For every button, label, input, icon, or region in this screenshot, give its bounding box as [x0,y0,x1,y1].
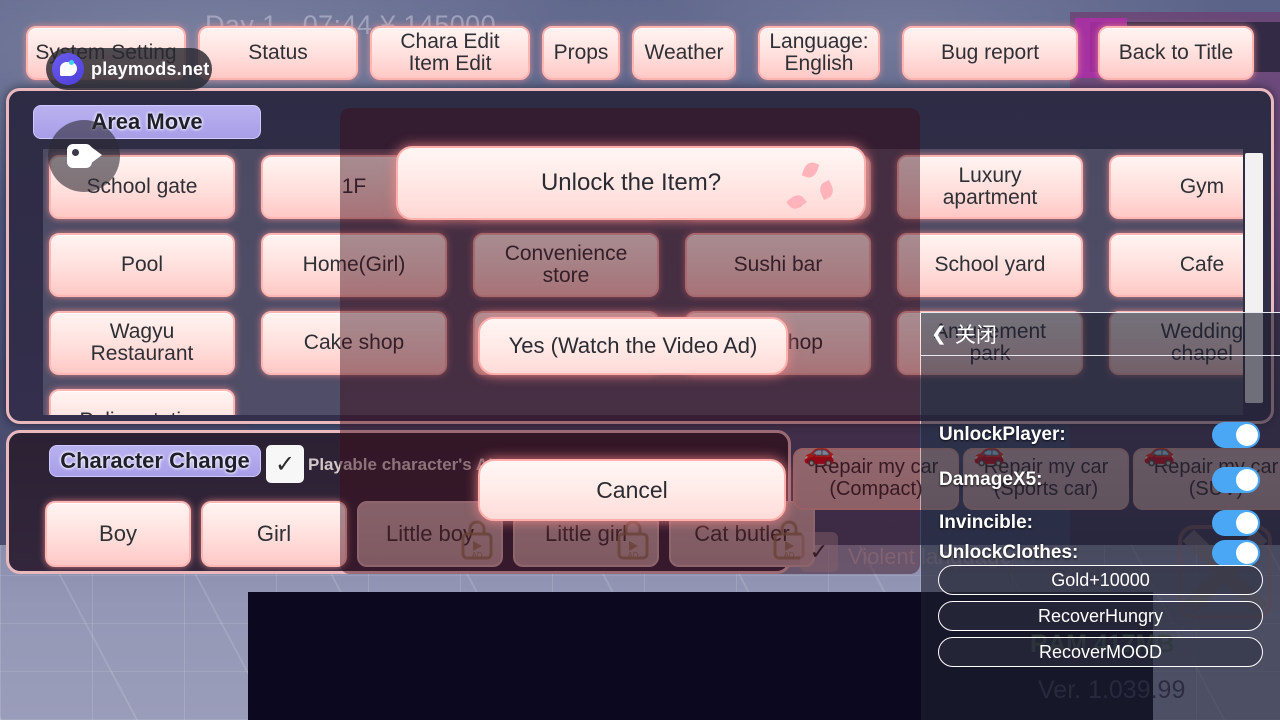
unlock-dialog-title-text: Unlock the Item? [540,169,722,196]
toolbar-button-status[interactable]: Status [198,26,358,80]
character-button-label: Girl [256,521,292,547]
cheat-action-button[interactable]: Gold+10000 [938,565,1263,595]
character-button[interactable]: Girl [201,501,347,567]
toolbar-button-weather[interactable]: Weather [632,26,736,80]
unlock-dialog-yes-button[interactable]: Yes (Watch the Video Ad) [478,317,788,375]
area-move-button[interactable]: Gym [1109,155,1243,219]
cheat-toggle-label: DamageX5: [939,469,1043,490]
cheat-toggle-row: DamageX5: [921,467,1280,493]
cheat-toggle-label: UnlockPlayer: [939,424,1066,445]
cheat-toggle-label: Invincible: [939,512,1033,533]
cheat-menu-panel: ❮ 关闭 UnlockPlayer: DamageX5: Invincible: Un… [921,312,1280,720]
playmods-logo-icon [52,53,84,85]
playmods-watermark-text: playmods.net [91,58,210,79]
playable-character-ai-checkbox[interactable]: ✓ [266,445,304,483]
area-move-button[interactable]: Luxury apartment [897,155,1083,219]
area-move-button[interactable]: Cafe [1109,233,1243,297]
unlock-dialog-title: Unlock the Item? [396,146,866,220]
cheat-toggle-row: UnlockClothes: [921,540,1280,566]
area-move-button[interactable]: Wagyu Restaurant [49,311,235,375]
area-move-button[interactable]: School yard [897,233,1083,297]
cheat-toggle-row: Invincible: [921,510,1280,536]
screen-record-button[interactable] [48,120,120,192]
character-button[interactable]: Boy [45,501,191,567]
chevron-left-icon: ❮ [931,323,947,345]
character-button-label: Boy [99,521,137,547]
cheat-toggle-switch[interactable] [1212,467,1260,493]
unlock-dialog-cancel-button[interactable]: Cancel [478,459,786,521]
cheat-toggle-label: UnlockClothes: [939,542,1079,563]
character-change-title: Character Change [49,445,261,477]
video-camera-icon [67,144,102,168]
petal-icon [817,180,836,200]
cheat-toggle-switch[interactable] [1212,540,1260,566]
cheat-toggle-switch[interactable] [1212,510,1260,536]
toolbar-button-back-to-title[interactable]: Back to Title [1098,26,1254,80]
cheat-menu-close-button[interactable]: ❮ 关闭 [921,313,1280,356]
area-move-button[interactable]: Police station [49,389,235,415]
cheat-action-button[interactable]: RecoverHungry [938,601,1263,631]
cheat-toggle-switch[interactable] [1212,422,1260,448]
toolbar-button-language-english[interactable]: Language: English [758,26,880,80]
cheat-menu-close-label: 关闭 [954,324,997,347]
cheat-action-button[interactable]: RecoverMOOD [938,637,1263,667]
toolbar-button-props[interactable]: Props [542,26,620,80]
petal-icon [801,160,820,180]
playmods-watermark: playmods.net [46,48,212,90]
area-move-button[interactable]: Pool [49,233,235,297]
toolbar-button-bug-report[interactable]: Bug report [902,26,1078,80]
petal-icon [786,191,807,213]
toolbar-button-chara-edit-item-edit[interactable]: Chara Edit Item Edit [370,26,530,80]
cheat-toggle-row: UnlockPlayer: [921,422,1280,448]
